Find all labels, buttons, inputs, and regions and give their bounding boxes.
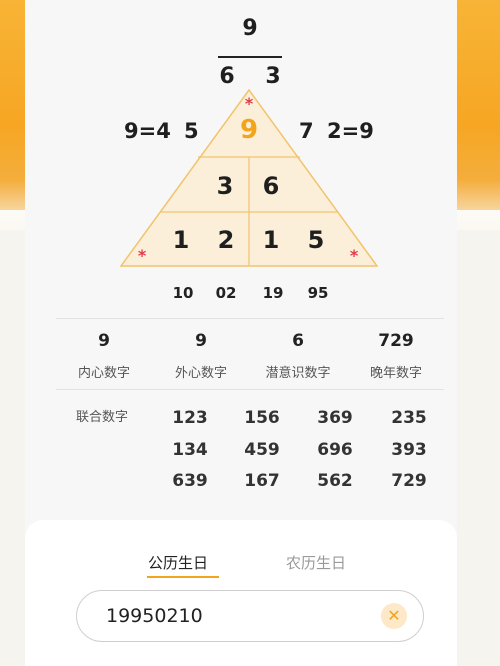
- outer-number: 9: [195, 331, 207, 351]
- combo-cell: 562: [317, 471, 353, 491]
- combo-cell: 729: [391, 471, 427, 491]
- divider-top: [56, 318, 444, 319]
- apex-marker-icon: *: [244, 94, 254, 113]
- combo-cell: 167: [244, 471, 280, 491]
- birth-part-4: 95: [307, 284, 329, 302]
- row2-4: 5: [307, 226, 325, 254]
- late-life-number-label: 晚年数字: [369, 366, 422, 381]
- combo-label: 联合数字: [76, 410, 129, 425]
- combo-cell: 134: [172, 440, 208, 460]
- right-digit: 7: [299, 119, 314, 143]
- combo-cell: 369: [317, 408, 353, 428]
- combo-cell: 235: [391, 408, 427, 428]
- tab-solar-birthday[interactable]: 公历生日: [148, 552, 208, 573]
- inner-number: 9: [98, 331, 110, 351]
- combo-cell: 393: [391, 440, 427, 460]
- close-icon[interactable]: ✕: [381, 603, 407, 629]
- birth-part-2: 02: [215, 284, 237, 302]
- combo-cell: 123: [172, 408, 208, 428]
- subconscious-number-label: 潜意识数字: [265, 366, 331, 381]
- row1-left: 3: [216, 172, 234, 200]
- left-sum: 9=4: [124, 119, 171, 143]
- left-marker-icon: *: [137, 246, 147, 265]
- left-digit: 5: [184, 119, 199, 143]
- combo-cell: 639: [172, 471, 208, 491]
- divider-middle: [56, 389, 444, 390]
- birthday-input-value[interactable]: 19950210: [106, 605, 203, 627]
- row2-3: 1: [262, 226, 280, 254]
- combo-cell: 459: [244, 440, 280, 460]
- right-sum: 2=9: [327, 119, 374, 143]
- birthday-input[interactable]: 19950210 ✕: [76, 590, 424, 642]
- row2-1: 1: [172, 226, 190, 254]
- pyramid-diagram: [119, 88, 379, 267]
- row2-2: 2: [217, 226, 235, 254]
- tab-active-underline: [147, 576, 219, 578]
- combo-cell: 156: [244, 408, 280, 428]
- tab-lunar-birthday[interactable]: 农历生日: [286, 552, 346, 573]
- right-marker-icon: *: [349, 246, 359, 265]
- row1-right: 6: [262, 172, 280, 200]
- apex-number: 9: [239, 115, 259, 145]
- inner-number-label: 内心数字: [77, 366, 130, 381]
- combo-cell: 696: [317, 440, 353, 460]
- outer-number-label: 外心数字: [174, 366, 227, 381]
- birth-part-3: 19: [262, 284, 284, 302]
- subconscious-number: 6: [292, 331, 304, 351]
- late-life-number: 729: [378, 331, 414, 351]
- birth-part-1: 10: [172, 284, 194, 302]
